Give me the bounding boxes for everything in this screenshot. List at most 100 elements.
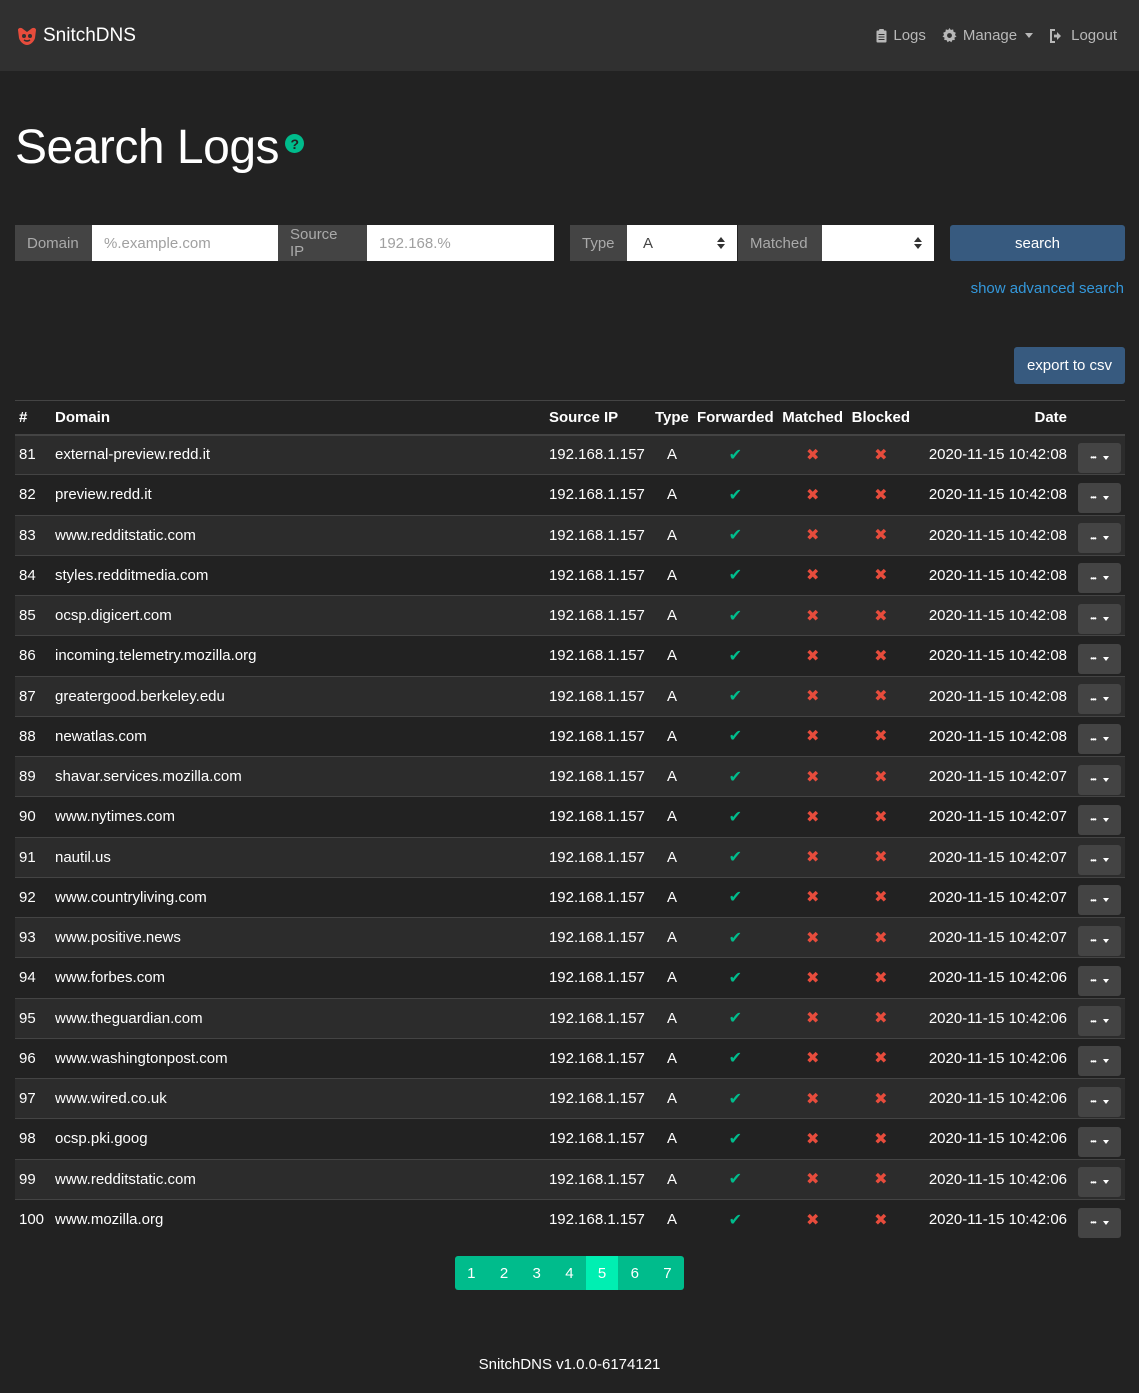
cross-icon: ✖ bbox=[805, 1050, 820, 1068]
cell-date: 2020-11-15 10:42:08 bbox=[914, 433, 1071, 475]
check-icon: ✔ bbox=[728, 969, 742, 987]
domain-input[interactable] bbox=[92, 225, 278, 261]
cell-type: A bbox=[650, 997, 693, 1039]
check-icon: ✔ bbox=[728, 889, 742, 907]
cell-actions: ••• bbox=[1071, 514, 1125, 556]
table-header-row: # Domain Source IP Type Forwarded Matche… bbox=[15, 400, 1125, 436]
row-actions-button[interactable]: ••• bbox=[1078, 1207, 1121, 1238]
table-row: 93 www.positive.news 192.168.1.157 A ✔ ✖ ✖ 2020… bbox=[15, 916, 1125, 958]
cell-actions: ••• bbox=[1071, 433, 1125, 475]
check-icon: ✔ bbox=[728, 768, 742, 786]
chevron-down-icon bbox=[1102, 455, 1109, 460]
cell-actions: ••• bbox=[1071, 554, 1125, 596]
cell-matched: ✖ bbox=[777, 916, 848, 958]
nav-manage-dropdown[interactable]: Manage bbox=[942, 27, 1034, 44]
cell-type: A bbox=[650, 554, 693, 596]
check-icon: ✔ bbox=[728, 647, 742, 665]
cross-icon: ✖ bbox=[874, 567, 888, 585]
cell-num: 93 bbox=[15, 916, 51, 958]
row-actions-button[interactable]: ••• bbox=[1078, 965, 1121, 996]
cell-date: 2020-11-15 10:42:08 bbox=[914, 474, 1071, 515]
row-actions-button[interactable]: ••• bbox=[1078, 764, 1121, 795]
row-actions-button[interactable]: ••• bbox=[1078, 523, 1121, 554]
check-icon: ✔ bbox=[728, 527, 742, 545]
ellipsis-icon: ••• bbox=[1090, 493, 1096, 503]
help-icon[interactable]: ? bbox=[285, 134, 305, 153]
cell-blocked: ✖ bbox=[847, 675, 914, 717]
cell-forwarded: ✔ bbox=[692, 635, 778, 676]
cell-num: 95 bbox=[15, 997, 51, 1039]
table-row: 89 shavar.services.mozilla.com 192.168.1.1… bbox=[15, 755, 1125, 797]
row-actions-button[interactable]: ••• bbox=[1078, 845, 1121, 876]
page-link[interactable]: 5 bbox=[585, 1256, 619, 1290]
brand[interactable]: SnitchDNS bbox=[15, 25, 136, 47]
row-actions-button[interactable]: ••• bbox=[1078, 1126, 1121, 1157]
row-actions-button[interactable]: ••• bbox=[1078, 1086, 1121, 1117]
nav-logout[interactable]: Logout bbox=[1049, 27, 1117, 44]
row-actions-button[interactable]: ••• bbox=[1078, 684, 1121, 715]
nav-logs[interactable]: Logs bbox=[876, 27, 926, 44]
table-row: 90 www.nytimes.com 192.168.1.157 A ✔ ✖ ✖ 2020-1… bbox=[15, 796, 1125, 837]
page-link[interactable]: 4 bbox=[553, 1256, 586, 1290]
row-actions-button[interactable]: ••• bbox=[1078, 1167, 1121, 1198]
row-actions-button[interactable]: ••• bbox=[1078, 1046, 1121, 1077]
cell-type: A bbox=[650, 1037, 693, 1079]
row-actions-button[interactable]: ••• bbox=[1078, 442, 1121, 473]
cell-forwarded: ✔ bbox=[692, 594, 778, 636]
check-icon: ✔ bbox=[728, 1090, 742, 1108]
row-actions-button[interactable]: ••• bbox=[1078, 1006, 1121, 1037]
chevron-down-icon bbox=[1102, 697, 1109, 702]
chevron-down-icon bbox=[1102, 1180, 1109, 1185]
table-row: 84 styles.redditmedia.com 192.168.1.157 A ✔ ✖… bbox=[15, 554, 1125, 596]
page-link[interactable]: 2 bbox=[487, 1256, 521, 1290]
cell-forwarded: ✔ bbox=[692, 715, 778, 757]
cell-forwarded: ✔ bbox=[692, 1037, 778, 1079]
row-actions-button[interactable]: ••• bbox=[1078, 603, 1121, 634]
row-actions-button[interactable]: ••• bbox=[1078, 804, 1121, 835]
cell-actions: ••• bbox=[1071, 836, 1125, 878]
type-select[interactable]: A bbox=[627, 225, 737, 261]
row-actions-button[interactable]: ••• bbox=[1078, 482, 1121, 513]
cross-icon: ✖ bbox=[874, 1130, 888, 1148]
cell-date: 2020-11-15 10:42:06 bbox=[914, 1037, 1071, 1079]
export-csv-button[interactable]: export to csv bbox=[1014, 347, 1125, 384]
cell-num: 83 bbox=[15, 514, 51, 556]
cell-actions: ••• bbox=[1071, 755, 1125, 797]
page-link[interactable]: 3 bbox=[520, 1256, 554, 1290]
page-link[interactable]: 7 bbox=[651, 1256, 684, 1290]
cell-domain: www.countryliving.com bbox=[51, 876, 545, 918]
ellipsis-icon: ••• bbox=[1090, 1137, 1096, 1147]
cell-date: 2020-11-15 10:42:08 bbox=[914, 675, 1071, 717]
header-source-ip: Source IP bbox=[544, 400, 651, 436]
row-actions-button[interactable]: ••• bbox=[1078, 925, 1121, 956]
cell-actions: ••• bbox=[1071, 796, 1125, 837]
row-actions-button[interactable]: ••• bbox=[1078, 724, 1121, 755]
cell-forwarded: ✔ bbox=[692, 796, 778, 837]
ellipsis-icon: ••• bbox=[1090, 855, 1096, 865]
row-actions-button[interactable]: ••• bbox=[1078, 563, 1121, 594]
cell-actions: ••• bbox=[1071, 916, 1125, 958]
chevron-down-icon bbox=[1102, 978, 1109, 983]
cell-matched: ✖ bbox=[777, 836, 848, 878]
cell-matched: ✖ bbox=[777, 635, 848, 676]
cell-type: A bbox=[650, 916, 693, 958]
cell-blocked: ✖ bbox=[847, 1118, 914, 1159]
cell-blocked: ✖ bbox=[847, 1158, 914, 1200]
chevron-down-icon bbox=[1102, 536, 1109, 541]
row-actions-button[interactable]: ••• bbox=[1078, 643, 1121, 674]
cell-matched: ✖ bbox=[777, 876, 848, 918]
row-actions-button[interactable]: ••• bbox=[1078, 885, 1121, 916]
page-link[interactable]: 1 bbox=[455, 1256, 488, 1290]
page-link[interactable]: 6 bbox=[618, 1256, 652, 1290]
cell-domain: www.washingtonpost.com bbox=[51, 1037, 545, 1079]
source-ip-input[interactable] bbox=[367, 225, 554, 261]
cell-num: 94 bbox=[15, 957, 51, 998]
advanced-search-link[interactable]: show advanced search bbox=[971, 280, 1124, 297]
header-blocked: Blocked bbox=[847, 400, 914, 436]
cell-date: 2020-11-15 10:42:06 bbox=[914, 1198, 1071, 1240]
search-button[interactable]: search bbox=[950, 225, 1125, 261]
logout-icon bbox=[1050, 28, 1062, 43]
cross-icon: ✖ bbox=[874, 486, 888, 504]
matched-select[interactable] bbox=[822, 225, 934, 261]
cell-num: 97 bbox=[15, 1077, 51, 1119]
